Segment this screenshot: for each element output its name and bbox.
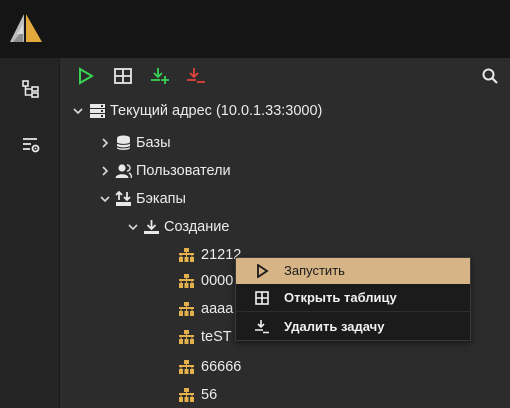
tree-node-bases[interactable]: Базы <box>60 132 500 154</box>
sidebar <box>0 58 60 408</box>
chevron-right-icon[interactable] <box>100 165 110 177</box>
task-icon <box>179 388 194 402</box>
tree-node-creation[interactable]: Создание <box>60 216 500 238</box>
task-label: 66666 <box>201 359 242 375</box>
task-icon <box>179 274 194 288</box>
menu-item-run[interactable]: Запустить <box>236 258 470 284</box>
tree-node-label: Текущий адрес (10.0.1.33:3000) <box>110 103 323 119</box>
tree-node-label: Бэкапы <box>136 191 186 207</box>
server-icon <box>90 104 105 118</box>
toolbar <box>60 58 510 94</box>
task-icon <box>179 302 194 316</box>
table-icon <box>255 291 269 305</box>
tree-node-backups[interactable]: Бэкапы <box>60 188 500 210</box>
delete-task-icon <box>255 320 269 334</box>
task-label: aaaa <box>201 301 234 317</box>
hierarchy-icon[interactable] <box>22 80 40 98</box>
task-label: 56 <box>201 387 218 403</box>
chevron-down-icon[interactable] <box>73 105 83 117</box>
chevron-right-icon[interactable] <box>100 137 110 149</box>
app-logo-icon <box>10 14 42 42</box>
tree-node-label: Создание <box>164 219 230 235</box>
menu-item-label: Открыть таблицу <box>284 290 397 305</box>
delete-task-icon[interactable] <box>186 67 206 85</box>
menu-item-label: Удалить задачу <box>284 319 385 334</box>
add-task-icon[interactable] <box>150 67 170 85</box>
database-icon <box>116 135 131 150</box>
search-icon[interactable] <box>482 68 498 84</box>
task-label: teST <box>201 329 232 345</box>
task-settings-icon[interactable] <box>22 136 40 154</box>
tree-node-label: Базы <box>136 135 171 151</box>
backup-icon <box>115 191 131 206</box>
users-icon <box>115 164 132 179</box>
context-menu: Запустить Открыть таблицу Удалить задачу <box>235 257 471 341</box>
task-item[interactable]: 56 <box>60 384 500 406</box>
menu-item-delete-task[interactable]: Удалить задачу <box>236 314 470 340</box>
task-icon <box>179 248 194 262</box>
top-bar <box>0 0 510 58</box>
chevron-down-icon[interactable] <box>100 193 110 205</box>
menu-divider <box>236 311 470 312</box>
task-icon <box>179 360 194 374</box>
play-icon[interactable] <box>76 67 96 85</box>
play-icon <box>257 264 269 278</box>
menu-item-open-table[interactable]: Открыть таблицу <box>236 285 470 311</box>
chevron-down-icon[interactable] <box>128 221 138 233</box>
tree-node-users[interactable]: Пользователи <box>60 160 500 182</box>
task-label: 0000 <box>201 273 234 289</box>
download-icon <box>144 220 159 234</box>
menu-item-label: Запустить <box>284 263 345 278</box>
task-icon <box>179 330 194 344</box>
main-panel: Текущий адрес (10.0.1.33:3000) Базы Поль… <box>60 58 510 408</box>
table-icon[interactable] <box>113 67 133 85</box>
task-item[interactable]: 66666 <box>60 356 500 378</box>
tree-node-root[interactable]: Текущий адрес (10.0.1.33:3000) <box>60 100 500 122</box>
tree-node-label: Пользователи <box>136 163 231 179</box>
